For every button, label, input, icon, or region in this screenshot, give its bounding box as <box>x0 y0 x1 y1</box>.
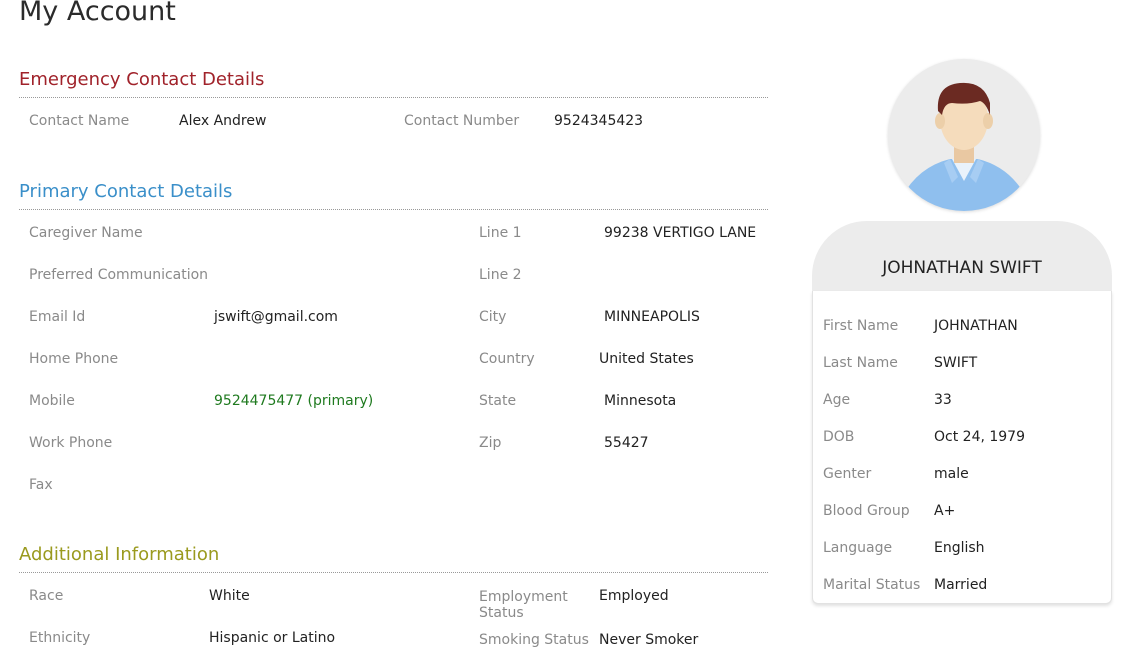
caregiver-name-label: Caregiver Name <box>29 225 143 241</box>
gender-value: male <box>934 466 969 482</box>
dob-label: DOB <box>823 429 855 445</box>
city-value: MINNEAPOLIS <box>604 309 700 325</box>
blood-group-label: Blood Group <box>823 503 910 519</box>
age-value: 33 <box>934 392 952 408</box>
section-divider <box>19 209 768 210</box>
smoking-status-value: Never Smoker <box>599 632 699 648</box>
last-name-value: SWIFT <box>934 355 978 371</box>
state-label: State <box>479 393 517 409</box>
country-label: Country <box>479 351 535 367</box>
gender-label: Genter <box>823 466 872 482</box>
zip-label: Zip <box>479 435 502 451</box>
race-label: Race <box>29 588 64 604</box>
language-value: English <box>934 540 985 556</box>
profile-card-header <box>812 221 1112 291</box>
section-divider <box>19 572 768 573</box>
marital-status-label: Marital Status <box>823 577 921 593</box>
contact-name-label: Contact Name <box>29 113 130 129</box>
line1-label: Line 1 <box>479 225 522 241</box>
age-label: Age <box>823 392 851 408</box>
employment-status-value: Employed <box>599 588 669 604</box>
user-avatar-icon <box>888 59 1040 211</box>
state-value: Minnesota <box>604 393 677 409</box>
section-title-additional: Additional Information <box>19 544 220 565</box>
contact-number-label: Contact Number <box>404 113 520 129</box>
fax-label: Fax <box>29 477 53 493</box>
line1-value: 99238 VERTIGO LANE <box>604 225 757 241</box>
mobile-value: 9524475477 (primary) <box>214 393 374 409</box>
mobile-label: Mobile <box>29 393 75 409</box>
country-value: United States <box>599 351 694 367</box>
race-value: White <box>209 588 250 604</box>
section-title-primary: Primary Contact Details <box>19 181 233 202</box>
section-divider <box>19 97 768 98</box>
zip-value: 55427 <box>604 435 649 451</box>
contact-name-value: Alex Andrew <box>179 113 267 129</box>
smoking-status-label: Smoking Status <box>479 632 589 648</box>
profile-name: JOHNATHAN SWIFT <box>882 258 1042 278</box>
employment-status-label: Employment Status <box>479 589 568 621</box>
blood-group-value: A+ <box>934 503 956 519</box>
ethnicity-value: Hispanic or Latino <box>209 630 336 646</box>
contact-number-value: 9524345423 <box>554 113 644 129</box>
email-value: jswift@gmail.com <box>214 309 338 325</box>
last-name-label: Last Name <box>823 355 898 371</box>
email-label: Email Id <box>29 309 86 325</box>
profile-card-body: First Name JOHNATHAN Last Name SWIFT Age… <box>812 291 1112 604</box>
ethnicity-label: Ethnicity <box>29 630 91 646</box>
section-title-emergency: Emergency Contact Details <box>19 69 265 90</box>
line2-label: Line 2 <box>479 267 522 283</box>
marital-status-value: Married <box>934 577 988 593</box>
page-title: My Account <box>19 0 176 27</box>
preferred-communication-label: Preferred Communication <box>29 267 209 283</box>
avatar <box>888 59 1040 211</box>
first-name-value: JOHNATHAN <box>934 318 1018 334</box>
language-label: Language <box>823 540 893 556</box>
first-name-label: First Name <box>823 318 899 334</box>
home-phone-label: Home Phone <box>29 351 119 367</box>
city-label: City <box>479 309 507 325</box>
dob-value: Oct 24, 1979 <box>934 429 1025 445</box>
work-phone-label: Work Phone <box>29 435 113 451</box>
